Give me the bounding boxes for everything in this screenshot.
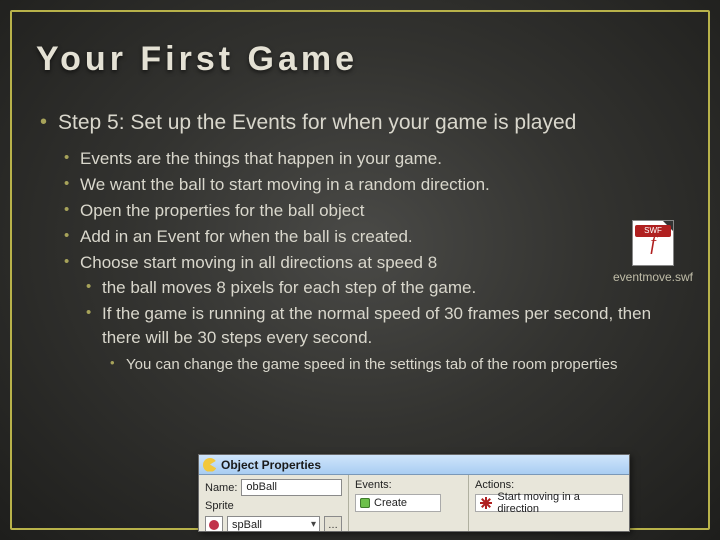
name-input[interactable]: obBall bbox=[241, 479, 342, 496]
list-item: Events are the things that happen in you… bbox=[58, 147, 684, 171]
bullet-level-2: Events are the things that happen in you… bbox=[58, 147, 684, 374]
event-item-label: Create bbox=[374, 497, 407, 509]
bullet-level-1: Step 5: Set up the Events for when your … bbox=[36, 109, 684, 375]
swf-attachment[interactable]: SWF eventmove.swf bbox=[608, 220, 698, 284]
move-direction-icon bbox=[480, 497, 491, 509]
object-icon bbox=[203, 458, 217, 472]
list-item-text: Choose start moving in all directions at… bbox=[80, 253, 437, 272]
dialog-titlebar: Object Properties bbox=[199, 455, 629, 475]
dialog-events-panel: Events: Create bbox=[349, 475, 469, 531]
name-label: Name: bbox=[205, 482, 237, 494]
list-item: Choose start moving in all directions at… bbox=[58, 251, 684, 375]
bullet-level-4: You can change the game speed in the set… bbox=[102, 354, 684, 375]
step-heading: Step 5: Set up the Events for when your … bbox=[36, 109, 684, 375]
bullet-level-3: the ball moves 8 pixels for each step of… bbox=[80, 276, 684, 374]
step-heading-text: Step 5: Set up the Events for when your … bbox=[58, 111, 576, 134]
list-item: the ball moves 8 pixels for each step of… bbox=[80, 276, 684, 300]
sprite-label: Sprite bbox=[205, 500, 342, 512]
list-item-text: If the game is running at the normal spe… bbox=[102, 304, 651, 347]
sprite-preview-icon bbox=[205, 516, 223, 532]
list-item: Add in an Event for when the ball is cre… bbox=[58, 225, 684, 249]
slide-content: Your First Game Step 5: Set up the Event… bbox=[10, 10, 710, 530]
slide-title: Your First Game bbox=[36, 40, 684, 79]
dialog-actions-panel: Actions: Start moving in a direction bbox=[469, 475, 629, 531]
action-item-label: Start moving in a direction bbox=[497, 491, 618, 515]
sprite-select[interactable]: spBall bbox=[227, 516, 320, 532]
dialog-title-text: Object Properties bbox=[221, 458, 321, 472]
swf-file-icon: SWF bbox=[632, 220, 674, 266]
list-item: We want the ball to start moving in a ra… bbox=[58, 173, 684, 197]
list-item: You can change the game speed in the set… bbox=[102, 354, 684, 375]
dialog-body: Name: obBall Sprite spBall … New Edit Ev… bbox=[199, 475, 629, 531]
create-event-icon bbox=[360, 498, 370, 508]
events-heading: Events: bbox=[355, 479, 462, 491]
swf-badge: SWF bbox=[635, 225, 671, 237]
actions-heading: Actions: bbox=[475, 479, 623, 491]
dialog-left-panel: Name: obBall Sprite spBall … New Edit bbox=[199, 475, 349, 531]
sprite-browse-button[interactable]: … bbox=[324, 516, 342, 532]
swf-filename: eventmove.swf bbox=[608, 270, 698, 284]
event-item-create[interactable]: Create bbox=[355, 494, 441, 512]
object-properties-dialog: Object Properties Name: obBall Sprite sp… bbox=[198, 454, 630, 532]
action-item-move[interactable]: Start moving in a direction bbox=[475, 494, 623, 512]
list-item: Open the properties for the ball object bbox=[58, 199, 684, 223]
list-item: If the game is running at the normal spe… bbox=[80, 302, 684, 375]
